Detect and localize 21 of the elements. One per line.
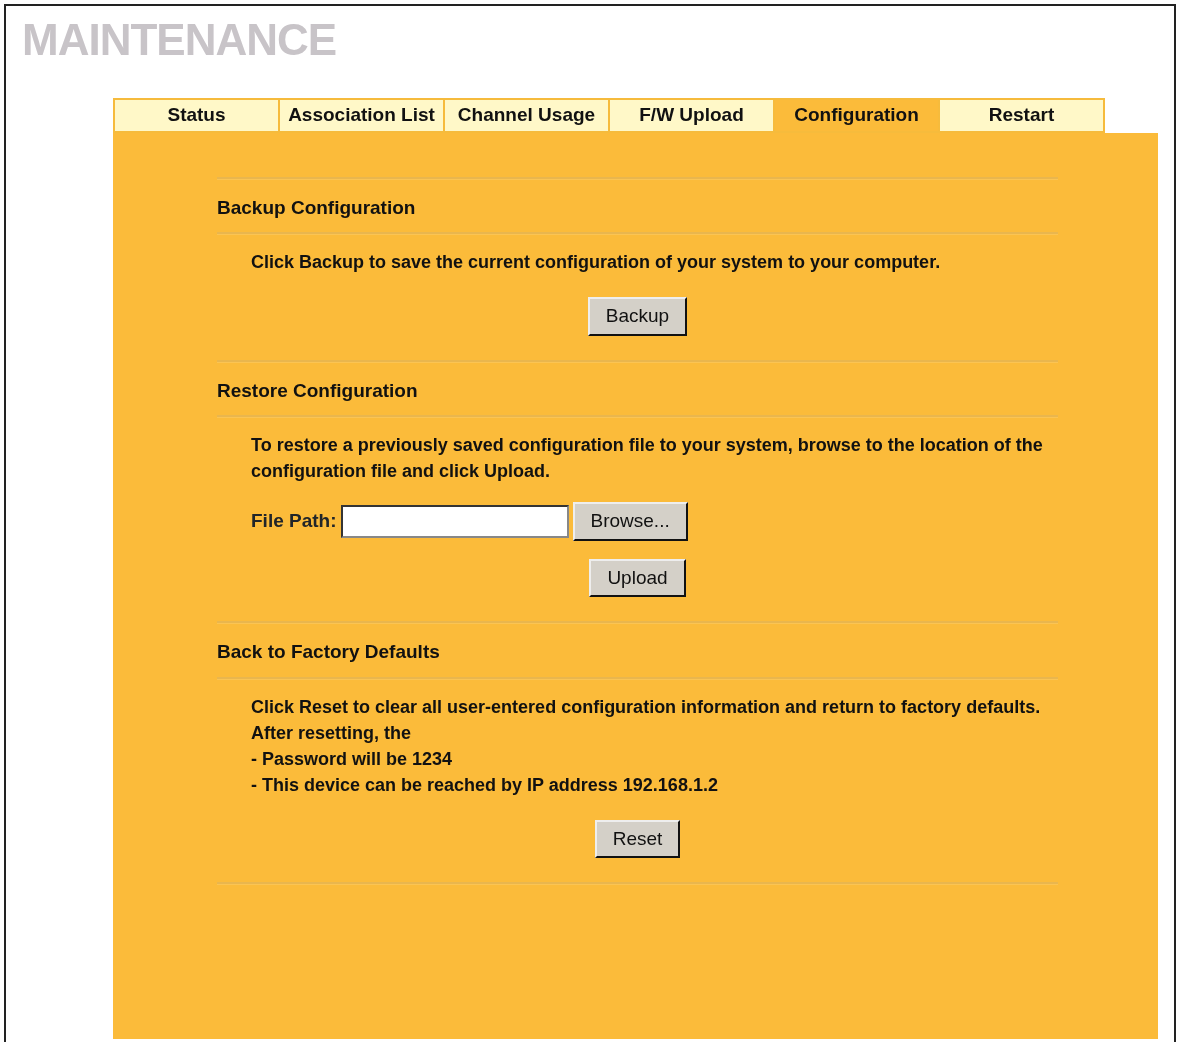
description-text: Click Backup to save the current configuration of your system to your computer. xyxy=(251,251,942,274)
action-button[interactable]: Backup xyxy=(587,297,688,336)
tab[interactable]: Status xyxy=(113,98,278,133)
action-button[interactable]: Reset xyxy=(594,819,681,858)
description-text: To restore a previously saved configuration file to your system, browse to the location of the configuration file and click Upload. xyxy=(251,434,1044,483)
description-text: Click Reset to clear all user-entered configuration information and return to factory defaults. After resetting, the xyxy=(251,695,1042,745)
action-button[interactable]: Upload xyxy=(589,558,686,597)
section-title: Backup Configuration xyxy=(217,195,417,220)
section-title: Back to Factory Defaults xyxy=(217,640,441,664)
tab[interactable]: Channel Usage xyxy=(443,98,608,133)
section-title: Restore Configuration xyxy=(217,378,419,403)
tab[interactable]: Association List xyxy=(278,98,443,133)
page-title: MAINTENANCE xyxy=(21,14,338,62)
description-text: - This device can be reached by IP address 192.168.1.2 xyxy=(251,773,719,797)
file-path-field[interactable] xyxy=(340,504,569,538)
description-text: - Password will be 1234 xyxy=(251,747,454,771)
browse-button[interactable]: Browse... xyxy=(572,502,688,541)
tab[interactable]: Restart xyxy=(938,98,1105,133)
tab[interactable]: F/W Upload xyxy=(608,98,773,133)
tab[interactable]: Configuration xyxy=(773,98,938,133)
file-path-label: File Path: xyxy=(251,509,337,533)
